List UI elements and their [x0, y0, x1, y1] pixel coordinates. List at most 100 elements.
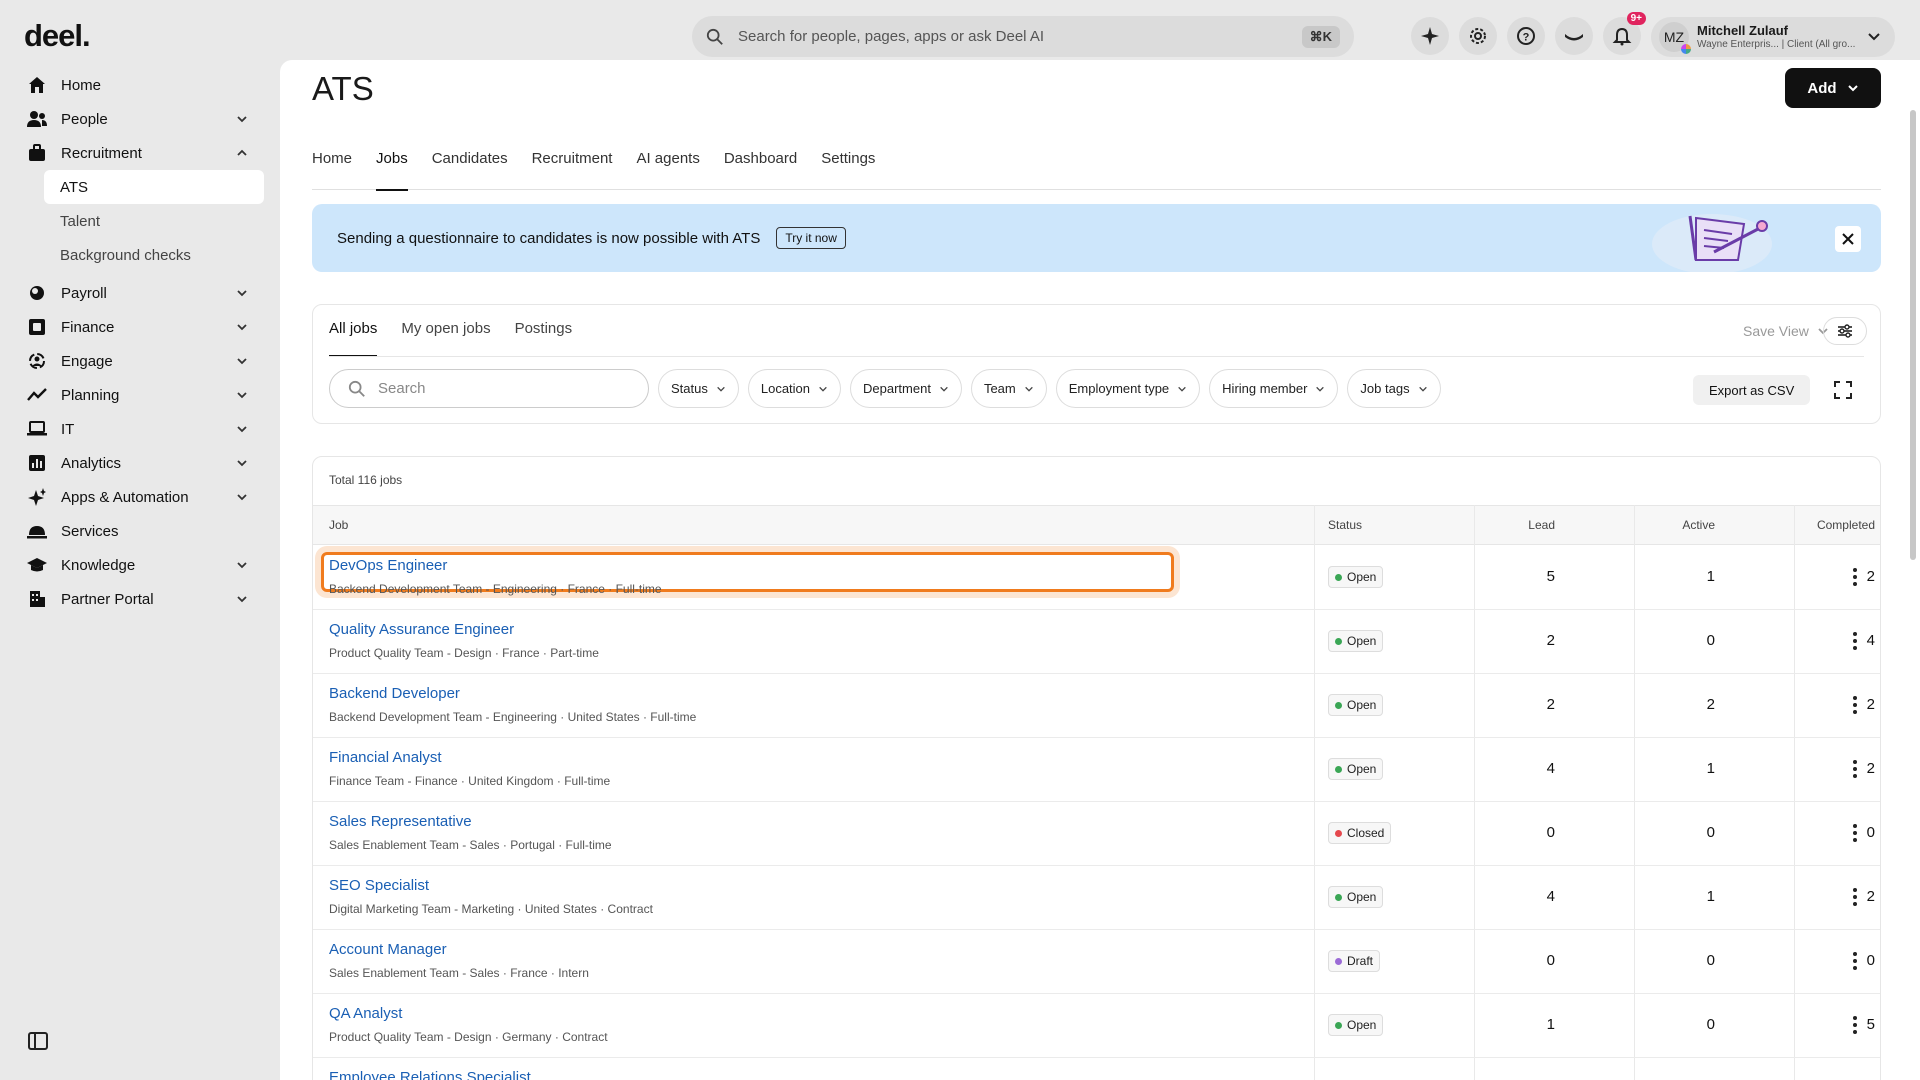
table-row[interactable]: Employee Relations Specialist [313, 1058, 1880, 1080]
sidebar-item-label: Home [61, 76, 102, 94]
header-lead[interactable]: Lead [1495, 518, 1555, 532]
filter-job-tags[interactable]: Job tags [1347, 369, 1441, 408]
active-count: 0 [1706, 824, 1715, 841]
filter-hiring-member[interactable]: Hiring member [1209, 369, 1339, 408]
table-row[interactable]: Backend Developer Backend Development Tea… [313, 674, 1880, 738]
status-dot [1335, 637, 1342, 645]
sidebar-subitem-talent[interactable]: Talent [0, 204, 280, 238]
row-actions-button[interactable] [1846, 886, 1864, 908]
filter-employment-type[interactable]: Employment type [1055, 369, 1201, 408]
filter-team[interactable]: Team [970, 369, 1047, 408]
tab-jobs[interactable]: Jobs [376, 150, 408, 191]
analytics-icon [27, 453, 47, 473]
sidebar-item-home[interactable]: Home [0, 68, 280, 102]
fullscreen-icon[interactable] [1833, 380, 1853, 400]
hide-sensitive-button[interactable] [1555, 17, 1593, 55]
header-status[interactable]: Status [1328, 518, 1362, 532]
status-label: Draft [1347, 954, 1374, 968]
sidebar-item-analytics[interactable]: Analytics [0, 446, 280, 480]
export-csv-button[interactable]: Export as CSV [1693, 375, 1811, 405]
row-actions-button[interactable] [1846, 950, 1864, 972]
job-title-link[interactable]: DevOps Engineer [329, 557, 447, 574]
notifications-button[interactable]: 9+ [1603, 12, 1646, 55]
ai-sparkle-button[interactable] [1411, 17, 1449, 55]
divider [329, 356, 1864, 357]
save-view-button[interactable]: Save View [1743, 323, 1829, 339]
chevron-down-icon [237, 562, 247, 569]
job-title-link[interactable]: SEO Specialist [329, 877, 429, 894]
page-title: ATS [312, 70, 374, 107]
job-title-link[interactable]: Backend Developer [329, 685, 460, 702]
banner-close-button[interactable] [1835, 226, 1861, 252]
sidebar-subitem-background-checks[interactable]: Background checks [0, 238, 280, 272]
tab-home[interactable]: Home [312, 150, 352, 190]
header-active[interactable]: Active [1645, 518, 1715, 532]
table-row[interactable]: QA Analyst Product Quality Team - Design … [313, 994, 1880, 1058]
sidebar-item-partner-portal[interactable]: Partner Portal [0, 582, 280, 616]
job-title-link[interactable]: Employee Relations Specialist [329, 1069, 531, 1080]
subtab-all-jobs[interactable]: All jobs [329, 317, 378, 357]
chevron-up-icon [237, 149, 247, 156]
tab-recruitment[interactable]: Recruitment [532, 150, 613, 190]
sidebar-item-finance[interactable]: Finance [0, 310, 280, 344]
chevron-down-icon [237, 358, 247, 365]
filter-status[interactable]: Status [658, 369, 739, 408]
sidebar-item-recruitment[interactable]: Recruitment [0, 136, 280, 170]
tab-settings[interactable]: Settings [821, 150, 875, 190]
row-actions-button[interactable] [1846, 566, 1864, 588]
try-it-now-button[interactable]: Try it now [776, 227, 846, 249]
sidebar-item-apps-automation[interactable]: Apps & Automation [0, 480, 280, 514]
settings-button[interactable] [1459, 17, 1497, 55]
job-title-link[interactable]: Quality Assurance Engineer [329, 621, 514, 638]
sidebar-collapse-icon[interactable] [28, 1031, 48, 1051]
help-button[interactable]: ? [1507, 17, 1545, 55]
sidebar-item-planning[interactable]: Planning [0, 378, 280, 412]
sidebar-item-it[interactable]: IT [0, 412, 280, 446]
table-row[interactable]: DevOps Engineer Backend Development Team … [313, 546, 1880, 610]
active-count: 2 [1706, 696, 1715, 713]
row-actions-button[interactable] [1846, 758, 1864, 780]
sidebar-item-label: People [61, 110, 108, 128]
filter-department[interactable]: Department [850, 369, 962, 408]
jobs-search-input[interactable]: Search [329, 369, 649, 408]
sidebar-item-services[interactable]: Services [0, 514, 280, 548]
sidebar-subitem-ats[interactable]: ATS [44, 170, 264, 204]
table-row[interactable]: Quality Assurance Engineer Product Qualit… [313, 610, 1880, 674]
row-actions-button[interactable] [1846, 694, 1864, 716]
org-logo-icon [1681, 44, 1691, 54]
user-menu[interactable]: MZ Mitchell Zulauf Wayne Enterpris... | … [1651, 17, 1895, 57]
sidebar-item-payroll[interactable]: Payroll [0, 276, 280, 310]
page-scrollbar[interactable] [1910, 110, 1916, 560]
table-row[interactable]: Financial Analyst Finance Team - Finance … [313, 738, 1880, 802]
sidebar-item-label: Planning [61, 386, 120, 404]
subtab-postings[interactable]: Postings [515, 317, 573, 357]
global-search-bar[interactable]: Search for people, pages, apps or ask De… [692, 16, 1354, 57]
table-row[interactable]: SEO Specialist Digital Marketing Team - M… [313, 866, 1880, 930]
sidebar-item-engage[interactable]: Engage [0, 344, 280, 378]
tab-candidates[interactable]: Candidates [432, 150, 508, 190]
filter-location[interactable]: Location [747, 369, 842, 408]
job-title-link[interactable]: Financial Analyst [329, 749, 442, 766]
row-actions-button[interactable] [1846, 1014, 1864, 1036]
sidebar-item-people[interactable]: People [0, 102, 280, 136]
finance-icon [27, 317, 47, 337]
sidebar-item-knowledge[interactable]: Knowledge [0, 548, 280, 582]
add-button-label: Add [1807, 79, 1837, 97]
tab-ai-agents[interactable]: AI agents [636, 150, 699, 190]
deel-logo[interactable]: deel. [24, 18, 91, 54]
job-title-link[interactable]: QA Analyst [329, 1005, 402, 1022]
job-title-link[interactable]: Sales Representative [329, 813, 472, 830]
job-title-link[interactable]: Account Manager [329, 941, 447, 958]
table-row[interactable]: Sales Representative Sales Enablement Tea… [313, 802, 1880, 866]
add-button[interactable]: Add [1785, 68, 1881, 108]
table-row[interactable]: Account Manager Sales Enablement Team - S… [313, 930, 1880, 994]
tab-dashboard[interactable]: Dashboard [724, 150, 797, 190]
subtab-my-open-jobs[interactable]: My open jobs [401, 317, 490, 357]
header-completed[interactable]: Completed [1775, 518, 1875, 532]
chevron-down-icon [237, 426, 247, 433]
column-settings-button[interactable] [1823, 317, 1867, 345]
status-label: Open [1347, 570, 1377, 584]
row-actions-button[interactable] [1846, 630, 1864, 652]
row-actions-button[interactable] [1846, 822, 1864, 844]
header-job[interactable]: Job [329, 518, 348, 532]
